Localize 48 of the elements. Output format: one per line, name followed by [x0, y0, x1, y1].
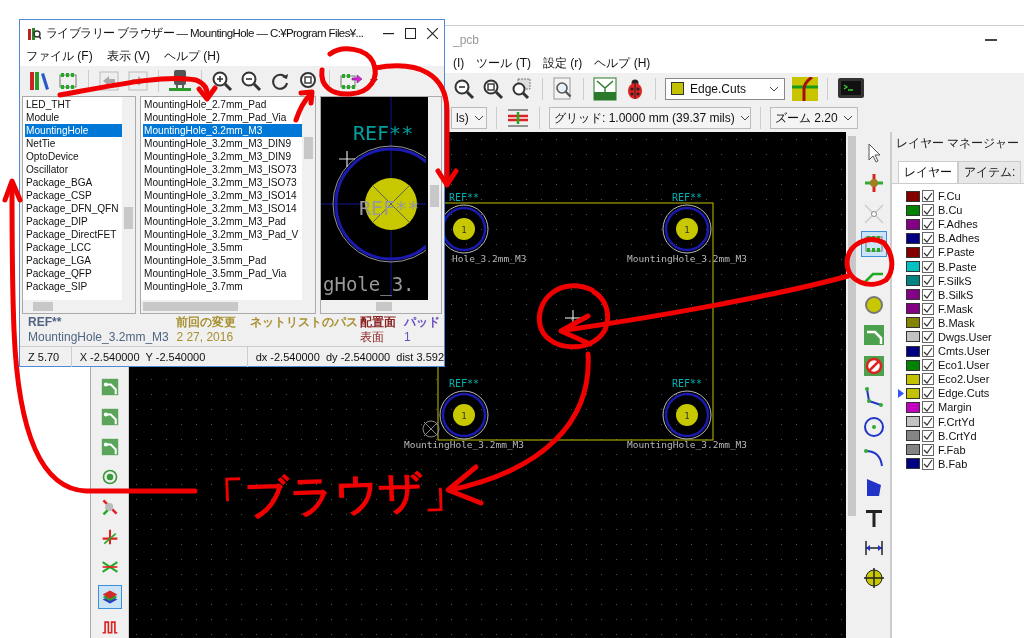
footprint-value-label: gHole_3. — [323, 273, 415, 295]
layer-name: B.Adhes — [938, 232, 980, 245]
pad-number: 1 — [461, 411, 467, 421]
info-label: ネットリストのパス — [249, 315, 359, 329]
reference-label: REF** — [448, 378, 480, 389]
layer-name: Edge.Cuts — [938, 387, 990, 400]
window-title: ライブラリー ブラウザー — MountingHole — C:¥Program Files¥... — [46, 26, 365, 41]
layer-name: B.Cu — [938, 204, 963, 217]
reference-label: REF** — [448, 192, 480, 203]
layer-name: F.SilkS — [938, 274, 972, 287]
layer-name: F.Paste — [938, 246, 975, 259]
pad-number: 1 — [684, 411, 690, 421]
info-label: 前回の変更 — [176, 315, 238, 329]
layer-name: Eco2.User — [938, 373, 990, 386]
layer-name: F.Adhes — [938, 218, 978, 231]
footprint-value-label: Hole_3.2mm_M3 — [452, 253, 527, 264]
layer-name: Margin — [938, 401, 972, 414]
layer-name: F.CrtYd — [938, 415, 975, 428]
info-value: 表面 — [360, 330, 386, 344]
pad-number: 1 — [461, 225, 467, 235]
layer-name: B.Fab — [938, 457, 968, 470]
footprint-value-label: MountingHole_3.2mm_M3 — [626, 253, 748, 264]
status-text: Z 5.70 — [20, 347, 72, 367]
pad-number: 1 — [684, 225, 690, 235]
annotation-text: 「ブラウザ」 — [199, 464, 469, 526]
info-label: パッド — [404, 315, 440, 329]
info-value: 2 27, 2016 — [176, 330, 235, 344]
reference-label: REF** — [671, 192, 703, 203]
layer-name: F.Mask — [938, 302, 973, 315]
info-label: REF** — [28, 315, 63, 329]
layer-name: F.Cu — [938, 190, 961, 203]
window-title: _pcb — [453, 32, 481, 47]
layer-name: B.Mask — [938, 316, 975, 329]
layer-name: Eco1.User — [938, 359, 990, 372]
panel-title: レイヤー マネージャー — [895, 135, 1021, 152]
footprint-value-label: MountingHole_3.2mm_M3 — [403, 439, 525, 450]
info-label: 配置面 — [360, 315, 398, 329]
status-text: X -2.540000 Y -2.540000 — [71, 347, 248, 367]
layer-name: Dwgs.User — [938, 331, 992, 343]
status-text: dx -2.540000 dy -2.540000 dist 3.592 — [254, 350, 444, 365]
footprint-value-label: MountingHole_3.2mm_M3 — [626, 439, 748, 450]
layer-name: B.CrtYd — [938, 429, 977, 442]
layer-name: Cmts.User — [938, 345, 990, 358]
layer-name: F.Fab — [938, 443, 966, 456]
layer-name: B.SilkS — [938, 288, 974, 301]
reference-label: REF** — [671, 378, 703, 389]
info-value: 1 — [404, 330, 412, 344]
layer-name: B.Paste — [938, 260, 977, 273]
